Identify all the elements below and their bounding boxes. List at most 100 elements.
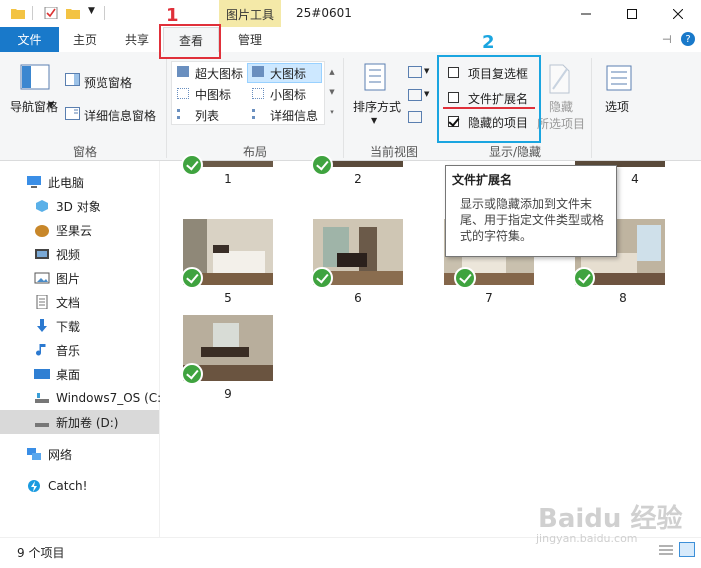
minimize-icon	[581, 13, 591, 14]
layout-scroll-arrows[interactable]: ▲ ▼ ▾	[327, 62, 337, 122]
nav-item-drive-d[interactable]: 新加卷 (D:)	[0, 410, 161, 434]
nav-item-videos[interactable]: 视频	[0, 242, 161, 266]
hide-selected-items-icon	[547, 64, 571, 94]
check-badge-icon	[573, 267, 595, 289]
check-badge-icon	[181, 267, 203, 289]
details-pane-button[interactable]: 详细信息窗格	[84, 107, 156, 124]
size-columns-icon[interactable]	[408, 111, 422, 123]
options-button[interactable]: 选项	[605, 98, 629, 115]
preview-pane-icon	[65, 73, 80, 86]
nav-item-desktop[interactable]: 桌面	[0, 362, 161, 386]
nut-icon	[34, 223, 50, 237]
details-view-toggle-icon[interactable]	[659, 544, 673, 556]
layout-large-icons[interactable]: 大图标	[270, 65, 306, 82]
nav-item-music[interactable]: 音乐	[0, 338, 161, 362]
divider	[32, 6, 33, 20]
annotation-number-2: 2	[482, 32, 495, 53]
tab-manage[interactable]: 管理	[219, 27, 281, 52]
maximize-button[interactable]	[609, 0, 655, 27]
annotation-box-view-tab	[159, 24, 221, 59]
hide-selected-line1: 隐藏	[549, 100, 574, 114]
divider	[104, 6, 105, 20]
catch-icon	[26, 479, 42, 493]
drive-icon	[34, 391, 50, 405]
file-label[interactable]: 7	[444, 291, 534, 305]
close-button[interactable]	[655, 0, 701, 27]
customize-quick-access-icon[interactable]: ▼	[88, 6, 95, 16]
item-count: 9 个项目	[17, 546, 65, 560]
layout-list[interactable]: 列表	[195, 107, 219, 124]
details-pane-icon	[65, 107, 80, 120]
tooltip-description: 显示或隐藏添加到文件末尾、用于指定文件类型或格式的字符集。	[460, 197, 605, 243]
current-view-group-label: 当前视图	[369, 145, 418, 159]
sort-by-icon	[361, 62, 389, 92]
group-by-icon[interactable]	[408, 66, 422, 78]
nav-label: 音乐	[56, 343, 81, 358]
nav-item-documents[interactable]: 文档	[0, 290, 161, 314]
large-icons-icon	[252, 66, 264, 77]
layout-small-icons[interactable]: 小图标	[270, 86, 306, 103]
nav-item-pictures[interactable]: 图片	[0, 266, 161, 290]
download-icon	[34, 319, 50, 333]
large-icons-toggle-icon[interactable]	[679, 542, 695, 557]
chevron-down-icon: ▼	[48, 100, 55, 109]
nav-label: 此电脑	[48, 175, 85, 190]
help-icon[interactable]: ?	[681, 32, 695, 46]
computer-icon	[26, 175, 42, 189]
new-folder-icon[interactable]	[66, 7, 80, 19]
cube-icon	[34, 199, 50, 213]
nav-label: 图片	[56, 271, 81, 286]
file-label[interactable]: 9	[183, 387, 273, 401]
check-badge-icon	[181, 363, 203, 385]
preview-pane-button[interactable]: 预览窗格	[84, 74, 132, 91]
pin-ribbon-icon[interactable]: ⊣	[662, 33, 672, 46]
check-badge-icon	[311, 267, 333, 289]
tab-file[interactable]: 文件	[0, 27, 59, 52]
nav-item-network[interactable]: 网络	[0, 442, 161, 466]
group-divider	[591, 58, 592, 158]
group-divider	[166, 58, 167, 158]
nav-label: 网络	[48, 447, 73, 462]
close-icon	[673, 8, 683, 19]
annotation-box-show-hide	[437, 55, 541, 143]
group-divider	[343, 58, 344, 158]
tab-home[interactable]: 主页	[59, 27, 111, 52]
sort-by-button[interactable]: 排序方式	[353, 98, 401, 115]
extra-large-icons-icon	[177, 66, 189, 77]
layout-group-label: 布局	[242, 145, 267, 159]
properties-icon[interactable]	[44, 6, 58, 20]
nav-label: 文档	[56, 295, 81, 310]
folder-icon	[11, 7, 25, 19]
video-icon	[34, 247, 50, 261]
chevron-down-icon: ▼	[371, 116, 378, 125]
tab-share[interactable]: 共享	[111, 27, 163, 52]
file-label[interactable]: 2	[313, 172, 403, 186]
check-badge-icon	[454, 267, 476, 289]
music-icon	[34, 343, 50, 357]
details-view-icon	[252, 109, 264, 119]
file-label[interactable]: 1	[183, 172, 273, 186]
watermark-url: jingyan.baidu.com	[536, 532, 638, 545]
hide-selected-line2: 所选项目	[537, 117, 586, 131]
layout-details[interactable]: 详细信息	[270, 107, 318, 124]
options-icon	[605, 64, 633, 94]
file-label[interactable]: 8	[578, 291, 668, 305]
chevron-down-icon: ▼	[424, 90, 430, 98]
nav-item-this-pc[interactable]: 此电脑	[0, 170, 161, 194]
minimize-button[interactable]	[563, 0, 609, 27]
nav-item-3d-objects[interactable]: 3D 对象	[0, 194, 161, 218]
desktop-icon	[34, 367, 50, 381]
layout-extra-large-icons[interactable]: 超大图标	[195, 65, 243, 82]
nav-label: 桌面	[56, 367, 81, 382]
watermark: Baidu 经验	[538, 504, 683, 534]
nav-item-downloads[interactable]: 下载	[0, 314, 161, 338]
file-label[interactable]: 5	[183, 291, 273, 305]
list-icon	[177, 109, 189, 119]
nav-item-catch[interactable]: Catch!	[0, 474, 161, 498]
file-label[interactable]: 6	[313, 291, 403, 305]
nav-item-jianguoyun[interactable]: 坚果云	[0, 218, 161, 242]
add-columns-icon[interactable]	[408, 89, 422, 101]
nav-label: 新加卷 (D:)	[56, 415, 119, 430]
layout-medium-icons[interactable]: 中图标	[195, 86, 231, 103]
nav-item-drive-c[interactable]: Windows7_OS (C:)	[0, 386, 161, 410]
